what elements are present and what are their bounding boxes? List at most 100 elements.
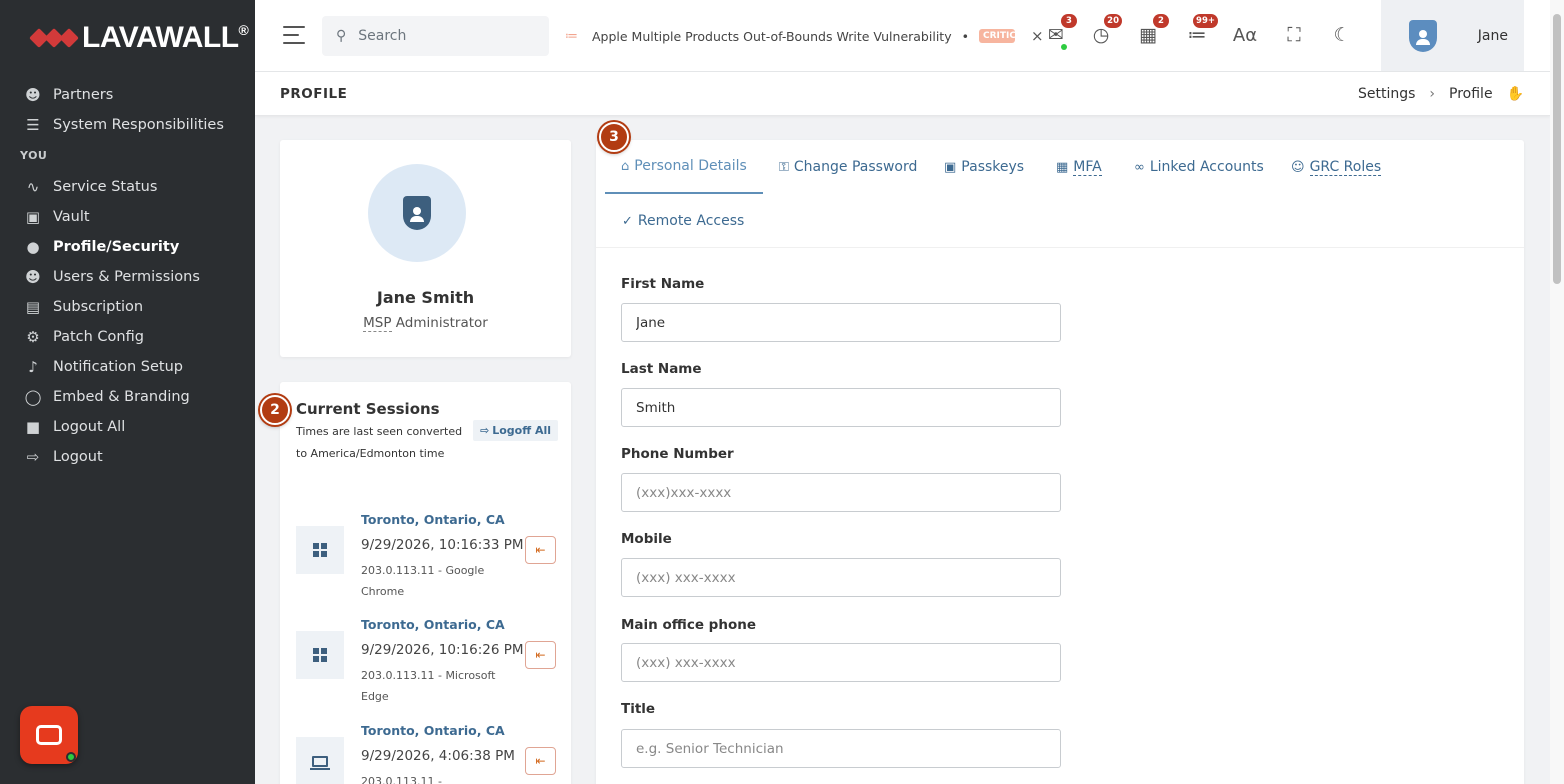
sidebar-item-label: Vault: [53, 209, 90, 225]
tab-label: GRC Roles: [1309, 158, 1382, 176]
sidebar-item-partners[interactable]: ☻ Partners: [0, 80, 255, 110]
sidebar-item-notification-setup[interactable]: ♪ Notification Setup: [0, 352, 255, 382]
home-icon: ⌂: [621, 158, 630, 174]
chat-launcher-button[interactable]: [20, 706, 78, 764]
severity-badge: CRITICAL: [978, 29, 1015, 43]
fullscreen-icon[interactable]: ⛶: [1281, 22, 1307, 48]
session-location[interactable]: Toronto, Ontario, CA: [361, 723, 505, 738]
page-scrollbar[interactable]: [1550, 0, 1564, 784]
sidebar-item-logout-all[interactable]: ■ Logout All: [0, 412, 255, 442]
end-session-button[interactable]: ⇤: [525, 641, 556, 669]
user-menu[interactable]: Jane: [1381, 0, 1524, 71]
sessions-note: Times are last seen converted to America…: [296, 425, 463, 460]
tab-personal-details[interactable]: ⌂ Personal Details: [605, 140, 763, 194]
sidebar-item-label: Embed & Branding: [53, 389, 190, 405]
scrollbar-thumb[interactable]: [1553, 14, 1561, 284]
sidebar-item-system-responsibilities[interactable]: ☰ System Responsibilities: [0, 110, 255, 140]
close-icon[interactable]: ×: [1031, 27, 1044, 45]
last-name-field[interactable]: [621, 388, 1061, 427]
user-shield-icon: [403, 196, 431, 230]
sidebar-item-logout[interactable]: ⇨ Logout: [0, 442, 255, 472]
tab-mfa[interactable]: ▦ MFA: [1056, 140, 1102, 194]
tab-passkeys[interactable]: ▣ Passkeys: [944, 140, 1024, 194]
sidebar-item-label: Logout All: [53, 419, 126, 435]
key-icon: ⚿: [779, 159, 789, 175]
online-indicator: [66, 752, 76, 762]
user-name: Jane: [1477, 27, 1508, 44]
dark-mode-icon[interactable]: ☾: [1329, 22, 1355, 48]
sidebar-item-patch-config[interactable]: ⚙ Patch Config: [0, 322, 255, 352]
logo-mark-icon: [29, 28, 79, 48]
session-details: 203.0.113.11 - Microsoft Edge: [361, 669, 496, 703]
logoff-all-button[interactable]: ⇨ Logoff All: [473, 420, 559, 441]
end-session-button[interactable]: ⇤: [525, 747, 556, 775]
rss-icon: ≔: [565, 28, 578, 44]
phone-number-field[interactable]: [621, 473, 1061, 512]
brand-logo[interactable]: LAVAWALL®: [29, 18, 249, 58]
timer-icon[interactable]: ◷ 20: [1088, 14, 1122, 48]
breadcrumb-settings[interactable]: Settings: [1358, 86, 1415, 102]
hand-pointer-icon: ✋: [1506, 86, 1524, 102]
feed-headline[interactable]: Apple Multiple Products Out-of-Bounds Wr…: [592, 29, 952, 44]
search-input[interactable]: ⚲ Search: [322, 16, 549, 56]
session-item: Toronto, Ontario, CA 9/29/2026, 4:06:38 …: [296, 723, 556, 784]
sidebar-item-service-status[interactable]: ∿ Service Status: [0, 172, 255, 202]
title-label: Title: [621, 701, 656, 717]
tab-linked-accounts[interactable]: ∞ Linked Accounts: [1134, 140, 1264, 194]
tab-remote-access[interactable]: ✓ Remote Access: [622, 194, 744, 248]
step-marker-2: 2: [260, 395, 290, 425]
qrcode-icon: ▦: [1056, 159, 1069, 175]
brand-reg: ®: [238, 22, 249, 38]
sidebar-item-label: Notification Setup: [53, 359, 184, 375]
mobile-field[interactable]: [621, 558, 1061, 597]
session-time: 9/29/2026, 4:06:38 PM: [361, 748, 515, 764]
tab-change-password[interactable]: ⚿ Change Password: [779, 140, 917, 194]
windows-icon: [296, 631, 344, 679]
profile-tabs: ⌂ Personal Details ⚿ Change Password ▣ P…: [596, 140, 1524, 248]
menu-toggle-icon[interactable]: [283, 26, 305, 44]
tab-label: Passkeys: [961, 159, 1025, 175]
session-time: 9/29/2026, 10:16:26 PM: [361, 642, 524, 658]
session-location[interactable]: Toronto, Ontario, CA: [361, 617, 505, 632]
sidebar-item-vault[interactable]: ▣ Vault: [0, 202, 255, 232]
chevron-right-icon: ›: [1429, 86, 1436, 102]
role-title: Administrator: [391, 315, 488, 331]
session-item: Toronto, Ontario, CA 9/29/2026, 10:16:26…: [296, 617, 556, 712]
globe-icon: ◯: [24, 388, 42, 406]
sidebar-item-label: Profile/Security: [53, 239, 180, 255]
first-name-field[interactable]: [621, 303, 1061, 342]
logout-icon: ⇤: [535, 648, 546, 662]
bell-gear-icon: ♪: [28, 358, 38, 376]
messages-badge: 3: [1061, 14, 1077, 28]
status-dot: [1061, 44, 1067, 50]
logout-icon: ⇨: [480, 424, 490, 437]
end-session-button[interactable]: ⇤: [525, 536, 556, 564]
feeds-badge: 99+: [1193, 14, 1218, 28]
sidebar-item-profile-security[interactable]: ● Profile/Security: [0, 232, 255, 262]
list-icon: ☰: [26, 116, 40, 134]
session-location[interactable]: Toronto, Ontario, CA: [361, 512, 505, 527]
sidebar-item-label: Partners: [53, 87, 114, 103]
sidebar-item-subscription[interactable]: ▤ Subscription: [0, 292, 255, 322]
feed-bullet: •: [961, 28, 969, 44]
sidebar-item-embed-branding[interactable]: ◯ Embed & Branding: [0, 382, 255, 412]
qrcode-icon[interactable]: ▦ 2: [1135, 14, 1169, 48]
vulnerability-feed-ticker[interactable]: ≔ Apple Multiple Products Out-of-Bounds …: [565, 26, 1044, 46]
sidebar-item-users-permissions[interactable]: ☻ Users & Permissions: [0, 262, 255, 292]
page-header: PROFILE Settings › Profile ✋: [255, 72, 1550, 116]
messages-icon[interactable]: ✉ 3: [1043, 14, 1077, 50]
tab-grc-roles[interactable]: ☺ GRC Roles: [1291, 140, 1382, 194]
sidebar-item-label: Subscription: [53, 299, 144, 315]
user-avatar-icon: [1409, 19, 1437, 52]
partners-icon: ☻: [25, 86, 41, 104]
monitor-icon: ▣: [944, 159, 957, 175]
laptop-icon: [296, 737, 344, 784]
main-office-phone-field[interactable]: [621, 643, 1061, 682]
top-header: ⚲ Search ≔ Apple Multiple Products Out-o…: [255, 0, 1550, 72]
font-size-icon[interactable]: Aα: [1232, 22, 1258, 48]
chat-icon: [36, 725, 62, 745]
tab-label: MFA: [1073, 158, 1102, 176]
title-field[interactable]: [621, 729, 1061, 768]
session-time: 9/29/2026, 10:16:33 PM: [361, 537, 524, 553]
feeds-icon[interactable]: ≔ 99+: [1184, 14, 1218, 48]
